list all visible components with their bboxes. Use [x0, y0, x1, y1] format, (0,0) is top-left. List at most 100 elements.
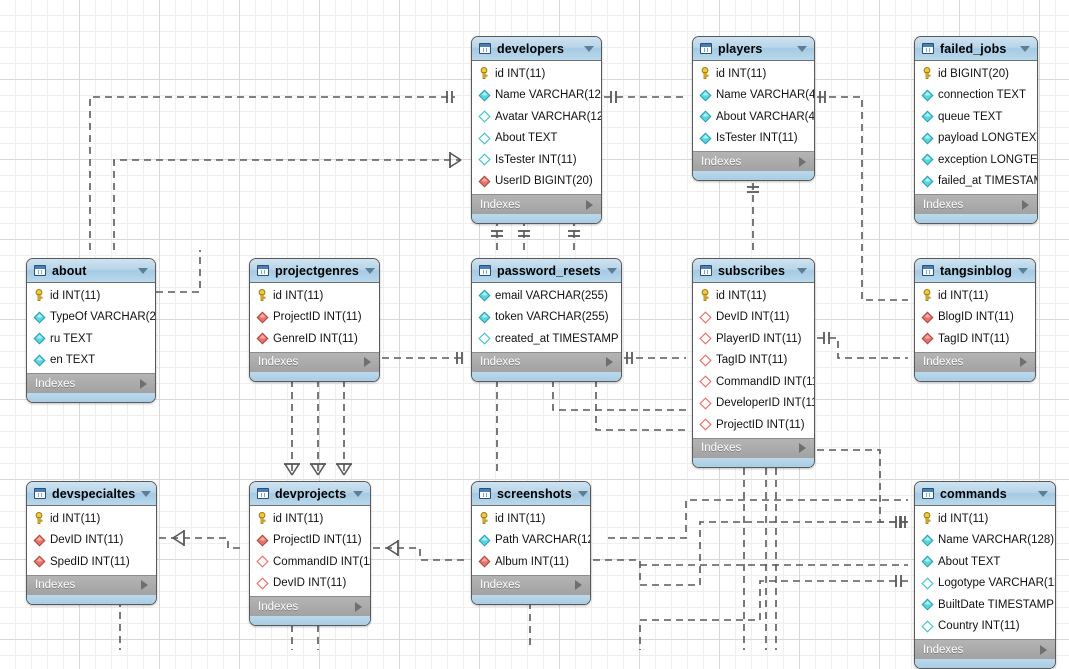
expand-arrow-icon[interactable] — [799, 443, 806, 453]
table-column[interactable]: id INT(11) — [915, 285, 1035, 307]
table-header-subscribes[interactable]: subscribes — [693, 259, 814, 283]
table-column[interactable]: id BIGINT(20) — [915, 63, 1037, 85]
table-indexes-section[interactable]: Indexes — [693, 437, 814, 458]
table-column[interactable]: BuiltDate TIMESTAMP — [915, 594, 1055, 616]
table-column[interactable]: ProjectID INT(11) — [250, 307, 379, 329]
table-indexes-section[interactable]: Indexes — [915, 639, 1055, 659]
table-column[interactable]: Name VARCHAR(125) — [472, 85, 601, 107]
chevron-down-icon[interactable] — [138, 267, 148, 274]
table-header-players[interactable]: players — [693, 37, 814, 61]
table-indexes-section[interactable]: Indexes — [472, 351, 621, 372]
table-indexes-section[interactable]: Indexes — [27, 373, 155, 393]
table-indexes-section[interactable]: Indexes — [472, 194, 601, 214]
table-header-about[interactable]: about — [27, 259, 155, 283]
chevron-down-icon[interactable] — [577, 490, 588, 497]
expand-arrow-icon[interactable] — [355, 601, 362, 612]
chevron-down-icon[interactable] — [584, 45, 594, 52]
table-node-developers[interactable]: developers id INT(11) Name VARCHAR(125) Ava… — [471, 36, 602, 224]
table-column[interactable]: id INT(11) — [693, 285, 814, 307]
table-column[interactable]: Path VARCHAR(128) — [472, 530, 590, 552]
table-column[interactable]: id INT(11) — [27, 285, 155, 307]
table-column[interactable]: SpedID INT(11) — [27, 551, 156, 573]
table-indexes-section[interactable]: Indexes — [915, 194, 1037, 214]
table-column[interactable]: created_at TIMESTAMP — [472, 328, 621, 350]
table-column[interactable]: exception LONGTEXT — [915, 149, 1037, 171]
table-indexes-section[interactable]: Indexes — [472, 574, 590, 595]
table-column[interactable]: TypeOf VARCHAR(28) — [27, 307, 155, 329]
chevron-down-icon[interactable] — [141, 490, 152, 497]
table-column[interactable]: token VARCHAR(255) — [472, 307, 621, 329]
table-column[interactable]: id INT(11) — [250, 285, 379, 307]
expand-arrow-icon[interactable] — [364, 357, 371, 367]
table-node-failed_jobs[interactable]: failed_jobs id BIGINT(20) connection TEXT q… — [914, 36, 1038, 224]
table-column[interactable]: GenreID INT(11) — [250, 328, 379, 350]
table-node-about[interactable]: about id INT(11) TypeOf VARCHAR(28) ru TEXT… — [26, 258, 156, 403]
table-column[interactable]: DeveloperID INT(11) — [693, 393, 814, 415]
table-column[interactable]: Avatar VARCHAR(128) — [472, 106, 601, 128]
table-column[interactable]: connection TEXT — [915, 85, 1037, 107]
expand-arrow-icon[interactable] — [1020, 357, 1027, 367]
table-node-devspecialtes[interactable]: devspecialtes id INT(11) DevID INT(11) Sped… — [26, 481, 157, 605]
table-column[interactable]: UserID BIGINT(20) — [472, 171, 601, 193]
table-node-tangsinblog[interactable]: tangsinblog id INT(11) BlogID INT(11) TagID… — [914, 258, 1036, 382]
table-column[interactable]: CommandID INT(11) — [693, 371, 814, 393]
table-column[interactable]: id INT(11) — [472, 63, 601, 85]
table-header-password_resets[interactable]: password_resets — [472, 259, 621, 283]
expand-arrow-icon[interactable] — [586, 199, 593, 210]
table-column[interactable]: id INT(11) — [27, 508, 156, 530]
table-column[interactable]: Country INT(11) — [915, 616, 1055, 638]
expand-arrow-icon[interactable] — [606, 357, 613, 367]
expand-arrow-icon[interactable] — [1022, 199, 1029, 210]
table-node-commands[interactable]: commands id INT(11) Name VARCHAR(128) About… — [914, 481, 1056, 669]
table-header-commands[interactable]: commands — [915, 482, 1055, 506]
chevron-down-icon[interactable] — [1018, 267, 1028, 274]
expand-arrow-icon[interactable] — [140, 378, 147, 389]
table-column[interactable]: CommandID INT(11) — [250, 551, 370, 573]
table-indexes-section[interactable]: Indexes — [27, 574, 156, 595]
table-column[interactable]: id INT(11) — [693, 63, 814, 85]
table-column[interactable]: ru TEXT — [27, 328, 155, 350]
table-column[interactable]: IsTester INT(11) — [472, 149, 601, 171]
table-header-devspecialtes[interactable]: devspecialtes — [27, 482, 156, 506]
table-column[interactable]: Name VARCHAR(45) — [693, 85, 814, 107]
table-header-devprojects[interactable]: devprojects — [250, 482, 370, 506]
table-column[interactable]: queue TEXT — [915, 106, 1037, 128]
expand-arrow-icon[interactable] — [141, 580, 148, 590]
table-column[interactable]: Logotype VARCHAR(128) — [915, 573, 1055, 595]
table-column[interactable]: Name VARCHAR(128) — [915, 530, 1055, 552]
table-column[interactable]: id INT(11) — [915, 508, 1055, 530]
expand-arrow-icon[interactable] — [799, 156, 806, 167]
table-node-players[interactable]: players id INT(11) Name VARCHAR(45) About V… — [692, 36, 815, 181]
table-indexes-section[interactable]: Indexes — [250, 596, 370, 616]
table-node-password_resets[interactable]: password_resets email VARCHAR(255) token V… — [471, 258, 622, 382]
table-column[interactable]: DevID INT(11) — [250, 573, 370, 595]
table-indexes-section[interactable]: Indexes — [693, 151, 814, 171]
table-column[interactable]: BlogID INT(11) — [915, 307, 1035, 329]
table-column[interactable]: DevID INT(11) — [693, 307, 814, 329]
table-column[interactable]: TagID INT(11) — [915, 328, 1035, 350]
table-column[interactable]: id INT(11) — [250, 508, 370, 530]
expand-arrow-icon[interactable] — [575, 580, 582, 590]
table-column[interactable]: email VARCHAR(255) — [472, 285, 621, 307]
table-node-subscribes[interactable]: subscribes id INT(11) DevID INT(11) PlayerI… — [692, 258, 815, 468]
chevron-down-icon[interactable] — [364, 267, 375, 274]
table-column[interactable]: Album INT(11) — [472, 551, 590, 573]
table-column[interactable]: About TEXT — [915, 551, 1055, 573]
table-column[interactable]: About VARCHAR(45) — [693, 106, 814, 128]
table-header-failed_jobs[interactable]: failed_jobs — [915, 37, 1037, 61]
table-column[interactable]: payload LONGTEXT — [915, 128, 1037, 150]
table-column[interactable]: TagID INT(11) — [693, 350, 814, 372]
chevron-down-icon[interactable] — [1038, 490, 1048, 497]
table-column[interactable]: About TEXT — [472, 128, 601, 150]
table-column[interactable]: DevID INT(11) — [27, 530, 156, 552]
table-column[interactable]: PlayerID INT(11) — [693, 328, 814, 350]
table-node-projectgenres[interactable]: projectgenres id INT(11) ProjectID INT(11)… — [249, 258, 380, 382]
table-indexes-section[interactable]: Indexes — [915, 351, 1035, 372]
table-column[interactable]: failed_at TIMESTAMP — [915, 171, 1037, 193]
table-indexes-section[interactable]: Indexes — [250, 351, 379, 372]
chevron-down-icon[interactable] — [797, 267, 807, 274]
eer-diagram-canvas[interactable]: developers id INT(11) Name VARCHAR(125) Ava… — [0, 0, 1069, 669]
chevron-down-icon[interactable] — [797, 45, 807, 52]
table-header-tangsinblog[interactable]: tangsinblog — [915, 259, 1035, 283]
table-header-projectgenres[interactable]: projectgenres — [250, 259, 379, 283]
